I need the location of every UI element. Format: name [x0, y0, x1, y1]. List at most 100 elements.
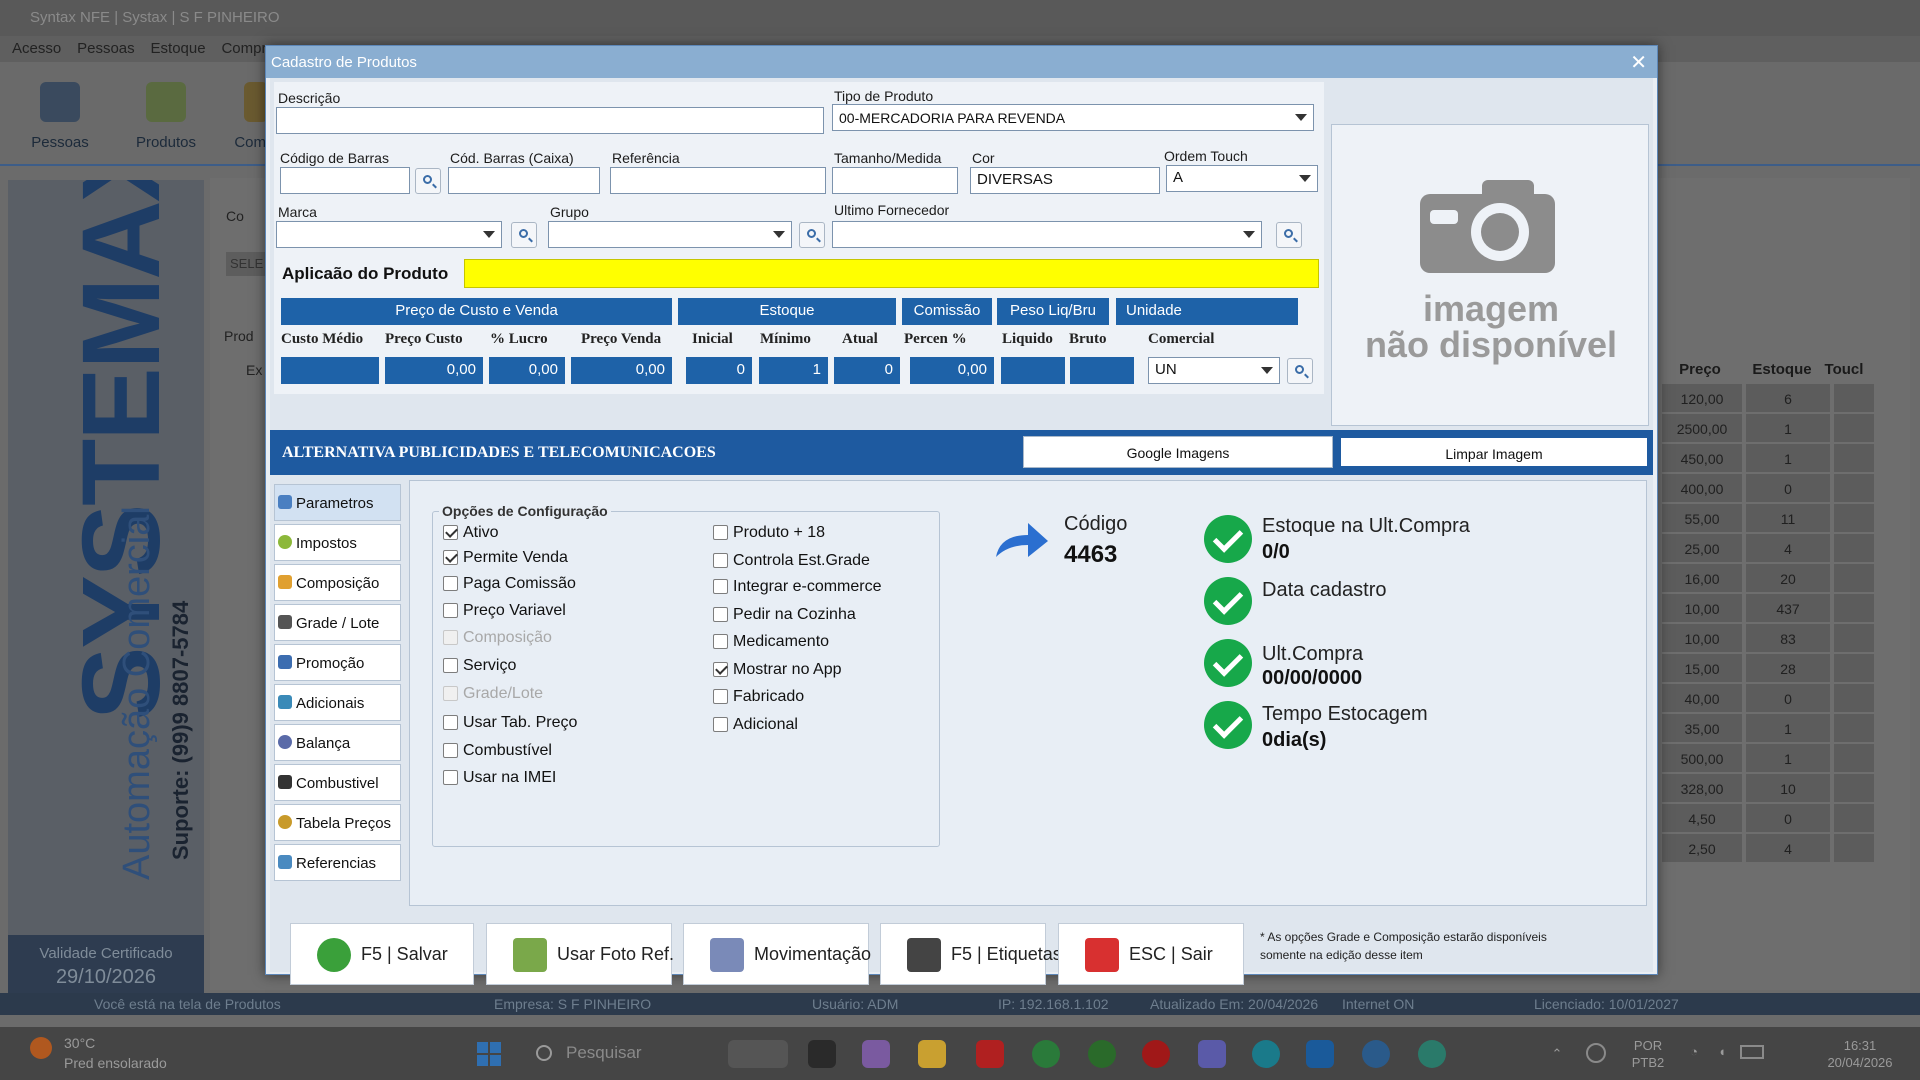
menu-estoque[interactable]: Estoque: [151, 40, 206, 57]
table-row[interactable]: 500,00 1: [1660, 743, 1890, 773]
nav-promocao[interactable]: Promoção: [274, 644, 401, 681]
ultimo-fornecedor-select[interactable]: [832, 221, 1262, 248]
edge-icon[interactable]: [1252, 1040, 1280, 1068]
table-row[interactable]: 55,00 11: [1660, 503, 1890, 533]
table-row[interactable]: 35,00 1: [1660, 713, 1890, 743]
cod-barras-caixa-input[interactable]: [448, 167, 600, 194]
checkbox-usar-imei[interactable]: Usar na IMEI: [443, 769, 556, 787]
nav-combustivel[interactable]: Combustivel: [274, 764, 401, 801]
copilot-icon[interactable]: [862, 1040, 890, 1068]
nav-composicao[interactable]: Composição: [274, 564, 401, 601]
nav-grade-lote[interactable]: Grade / Lote: [274, 604, 401, 641]
etiquetas-button[interactable]: F5 | Etiquetas: [880, 923, 1062, 985]
grid-header-preco[interactable]: Preço: [1660, 355, 1740, 383]
grupo-search-button[interactable]: [799, 222, 825, 248]
checkbox-controla-grade[interactable]: Controla Est.Grade: [713, 552, 870, 570]
weather-widget[interactable]: 30°C Pred ensolarado: [30, 1033, 167, 1073]
peso-bruto-input[interactable]: [1070, 357, 1134, 384]
chrome-icon[interactable]: [1032, 1040, 1060, 1068]
systemax-app-icon[interactable]: [1362, 1040, 1390, 1068]
table-row[interactable]: 328,00 10: [1660, 773, 1890, 803]
dialog-title-bar[interactable]: Cadastro de Produtos ✕: [266, 46, 1657, 78]
discord-icon[interactable]: [1198, 1040, 1226, 1068]
grid-header-estoque[interactable]: Estoque: [1740, 355, 1824, 383]
peso-liquido-input[interactable]: [1001, 357, 1065, 384]
cor-input[interactable]: DIVERSAS: [970, 167, 1160, 194]
table-row[interactable]: 2,50 4: [1660, 833, 1890, 863]
menu-acesso[interactable]: Acesso: [12, 40, 61, 57]
nav-adicionais[interactable]: Adicionais: [274, 684, 401, 721]
preco-venda-input[interactable]: 0,00: [571, 357, 672, 384]
clock[interactable]: 16:31 20/04/2026: [1820, 1037, 1900, 1071]
windows-start-icon[interactable]: [477, 1042, 501, 1066]
youtube-icon[interactable]: [976, 1040, 1004, 1068]
movimentacao-button[interactable]: Movimentação: [683, 923, 871, 985]
checkbox-servico[interactable]: Serviço: [443, 657, 516, 675]
fornecedor-search-button[interactable]: [1276, 222, 1302, 248]
checkbox-adicional[interactable]: Adicional: [713, 716, 798, 734]
checkbox-ativo[interactable]: Ativo: [443, 524, 499, 542]
save-button[interactable]: F5 | Salvar: [290, 923, 474, 985]
clear-image-button[interactable]: Limpar Imagem: [1339, 436, 1649, 468]
estoque-atual-input[interactable]: 0: [834, 357, 900, 384]
table-row[interactable]: 15,00 28: [1660, 653, 1890, 683]
language-indicator[interactable]: POR PTB2: [1628, 1037, 1668, 1071]
google-images-button[interactable]: Google Imagens: [1023, 436, 1333, 468]
ordem-touch-select[interactable]: A: [1166, 165, 1318, 192]
table-row[interactable]: 400,00 0: [1660, 473, 1890, 503]
barcode-search-button[interactable]: [415, 168, 441, 194]
table-row[interactable]: 2500,00 1: [1660, 413, 1890, 443]
descricao-input[interactable]: [276, 107, 824, 134]
volume-icon[interactable]: ◖: [1712, 1043, 1732, 1061]
toolbar-produtos[interactable]: Produtos: [114, 62, 218, 160]
tipo-produto-select[interactable]: 00-MERCADORIA PARA REVENDA: [832, 104, 1314, 131]
unidade-select[interactable]: UN: [1148, 357, 1280, 384]
marca-search-button[interactable]: [511, 222, 537, 248]
tray-nodisturb-icon[interactable]: [1586, 1043, 1606, 1063]
toolbar-pessoas[interactable]: Pessoas: [8, 62, 112, 160]
search-highlight-icon[interactable]: [728, 1040, 788, 1068]
table-row[interactable]: 450,00 1: [1660, 443, 1890, 473]
nav-parametros[interactable]: Parametros: [274, 484, 401, 521]
wifi-icon[interactable]: ◔: [1684, 1043, 1704, 1061]
checkbox-permite-venda[interactable]: Permite Venda: [443, 549, 568, 567]
xbox-icon[interactable]: [1088, 1040, 1116, 1068]
lucro-input[interactable]: 0,00: [489, 357, 565, 384]
table-row[interactable]: 25,00 4: [1660, 533, 1890, 563]
taskbar-search[interactable]: Pesquisar: [532, 1039, 732, 1069]
task-view-icon[interactable]: [808, 1040, 836, 1068]
battery-icon[interactable]: [1740, 1045, 1764, 1059]
nav-referencias[interactable]: Referencias: [274, 844, 401, 881]
menu-pessoas[interactable]: Pessoas: [77, 40, 135, 57]
file-explorer-icon[interactable]: [918, 1040, 946, 1068]
close-icon[interactable]: ✕: [1630, 50, 1647, 75]
checkbox-mostrar-app[interactable]: Mostrar no App: [713, 661, 842, 679]
network-app-icon[interactable]: [1418, 1040, 1446, 1068]
nav-tabela-precos[interactable]: Tabela Preços: [274, 804, 401, 841]
checkbox-combustivel[interactable]: Combustível: [443, 742, 552, 760]
checkbox-fabricado[interactable]: Fabricado: [713, 688, 804, 706]
tamanho-input[interactable]: [832, 167, 958, 194]
referencia-input[interactable]: [610, 167, 826, 194]
tray-expand-icon[interactable]: ⌃: [1548, 1045, 1566, 1061]
table-row[interactable]: 40,00 0: [1660, 683, 1890, 713]
vscode-icon[interactable]: [1306, 1040, 1334, 1068]
table-row[interactable]: 16,00 20: [1660, 563, 1890, 593]
use-photo-button[interactable]: Usar Foto Ref.: [486, 923, 674, 985]
checkbox-medicamento[interactable]: Medicamento: [713, 633, 829, 651]
estoque-minimo-input[interactable]: 1: [759, 357, 828, 384]
checkbox-produto-18[interactable]: Produto + 18: [713, 524, 825, 542]
filter-select[interactable]: SELE: [226, 252, 266, 276]
marca-select[interactable]: [276, 221, 502, 248]
exit-button[interactable]: ESC | Sair: [1058, 923, 1244, 985]
table-row[interactable]: 10,00 83: [1660, 623, 1890, 653]
nav-impostos[interactable]: Impostos: [274, 524, 401, 561]
codigo-barras-input[interactable]: [280, 167, 410, 194]
custo-medio-input[interactable]: [281, 357, 379, 384]
checkbox-pedir-cozinha[interactable]: Pedir na Cozinha: [713, 606, 856, 624]
table-row[interactable]: 4,50 0: [1660, 803, 1890, 833]
toolbar-com[interactable]: Com: [216, 62, 268, 160]
product-image-box[interactable]: imagem não disponível: [1331, 124, 1649, 426]
comissao-input[interactable]: 0,00: [910, 357, 994, 384]
nav-balanca[interactable]: Balança: [274, 724, 401, 761]
